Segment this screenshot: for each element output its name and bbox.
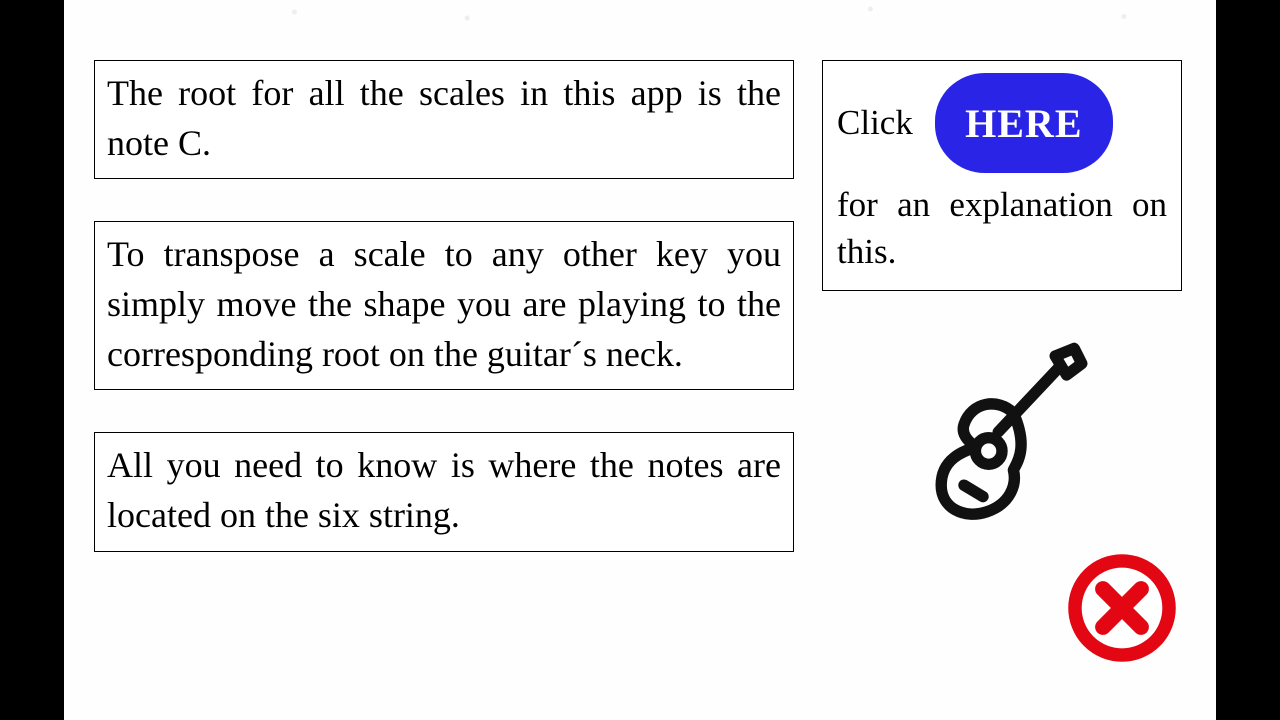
- info-box-notes-location: All you need to know is where the notes …: [94, 432, 794, 551]
- close-icon: [1066, 552, 1178, 664]
- info-box-root-note: The root for all the scales in this app …: [94, 60, 794, 179]
- info-text: To transpose a scale to any other key yo…: [107, 234, 781, 373]
- left-column: The root for all the scales in this app …: [94, 60, 794, 690]
- click-label: Click: [837, 99, 913, 146]
- here-button-label: HERE: [965, 100, 1082, 147]
- guitar-icon: [907, 337, 1097, 532]
- callout-rest: for an explanation on this.: [837, 181, 1167, 276]
- callout-line-1: Click HERE: [837, 73, 1167, 173]
- info-box-transpose: To transpose a scale to any other key yo…: [94, 221, 794, 390]
- content-page: The root for all the scales in this app …: [64, 0, 1216, 720]
- info-text: The root for all the scales in this app …: [107, 73, 781, 163]
- info-text: All you need to know is where the notes …: [107, 445, 781, 535]
- close-button[interactable]: [1066, 552, 1178, 664]
- here-button[interactable]: HERE: [935, 73, 1113, 173]
- explanation-callout: Click HERE for an explanation on this.: [822, 60, 1182, 291]
